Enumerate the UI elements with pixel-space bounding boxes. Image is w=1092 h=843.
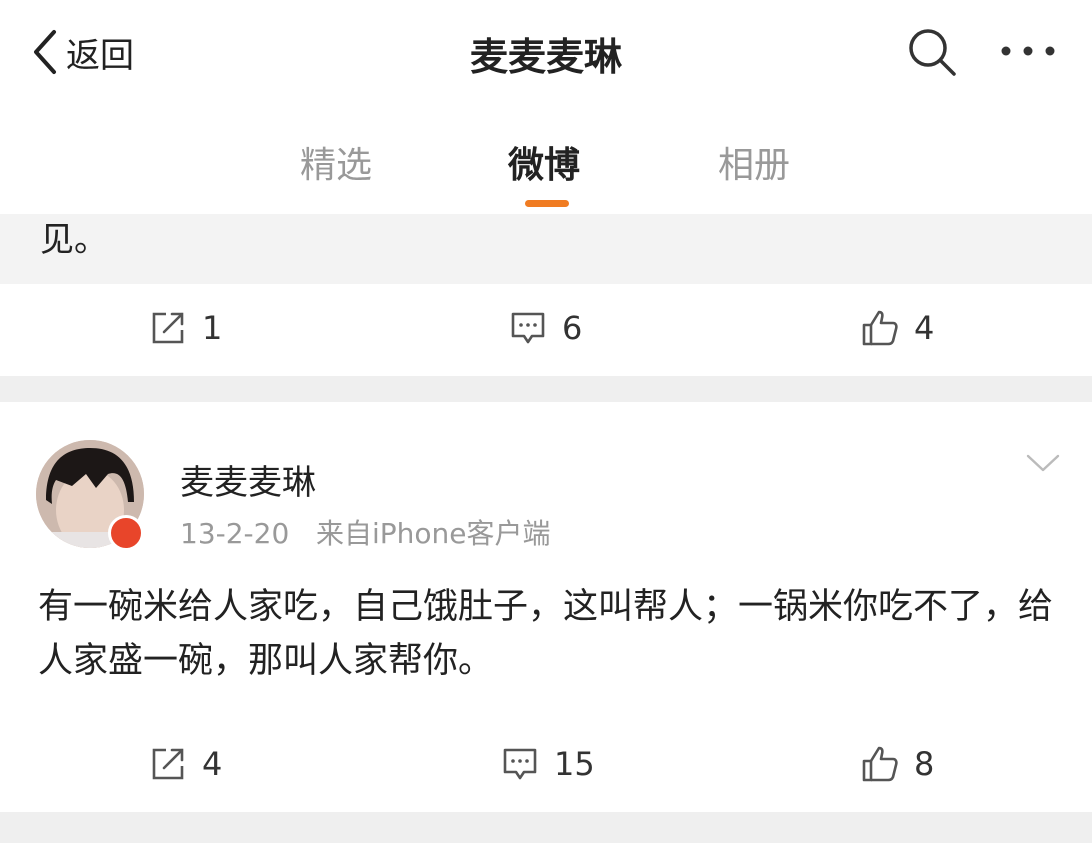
tab-featured[interactable]: 精选 [300,136,372,188]
repost-count: 1 [202,309,223,347]
post-text-fragment: 见。 [40,220,108,260]
active-tab-indicator [525,200,569,207]
more-icon[interactable] [996,26,1060,76]
post-date: 13-2-20 [180,517,290,550]
comment-count: 15 [554,745,595,783]
top-nav-bar: 返回 麦麦麦琳 [0,0,1092,104]
like-button[interactable]: 8 [860,744,934,784]
comment-count: 6 [562,309,583,347]
post-body[interactable]: 有一碗米给人家吃，自己饿肚子，这叫帮人；一锅米你吃不了，给人家盛一碗，那叫人家帮… [38,580,1058,688]
tab-weibo[interactable]: 微博 [508,136,580,188]
verified-badge-icon [108,515,144,551]
post-action-bar: 1 6 4 [0,286,1092,374]
search-icon[interactable] [904,24,960,80]
tab-album[interactable]: 相册 [718,136,790,188]
weibo-profile-page: 返回 麦麦麦琳 精选 微博 相册 见。 1 6 4 麦麦麦琳 13-2-20 来… [0,0,1092,843]
post-source: 来自iPhone客户端 [316,517,551,550]
post-divider [0,812,1092,843]
chevron-down-icon[interactable] [1024,450,1062,478]
like-count: 8 [914,745,935,783]
comment-icon [511,312,545,344]
like-count: 4 [914,309,935,347]
post-divider [0,376,1092,402]
profile-tabs: 精选 微博 相册 [0,104,1092,214]
comment-icon [503,748,537,780]
post-author[interactable]: 麦麦麦琳 [180,455,316,504]
thumbs-up-icon [862,746,898,782]
like-button[interactable]: 4 [860,308,934,348]
repost-button[interactable]: 4 [148,744,222,784]
post-action-bar: 4 15 8 [0,722,1092,810]
repost-icon [152,748,184,780]
repost-icon [152,312,184,344]
repost-button[interactable]: 1 [148,308,222,348]
repost-count: 4 [202,745,223,783]
comment-button[interactable]: 15 [500,744,595,784]
comment-button[interactable]: 6 [508,308,582,348]
thumbs-up-icon [862,310,898,346]
quoted-post-text-tail[interactable]: 见。 [0,214,1092,284]
post-meta: 13-2-20 来自iPhone客户端 [180,512,551,552]
